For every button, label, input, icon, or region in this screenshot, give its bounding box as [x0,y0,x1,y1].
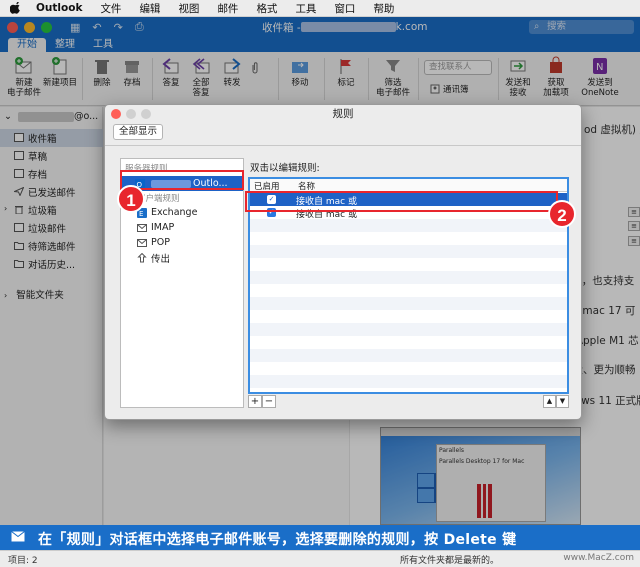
rule-edit-buttons: + − [248,395,276,408]
rules-caption: 双击以编辑规则: [250,163,320,174]
empty-row [250,297,567,310]
empty-row [250,219,567,232]
dialog-zoom-button [141,109,151,119]
empty-row [250,245,567,258]
highlight-rule [245,191,558,212]
dialog-divider [105,145,581,146]
svg-text:E: E [139,210,143,218]
empty-row [250,375,567,388]
reorder-buttons: ▲ ▼ [543,395,569,408]
mail-icon [11,531,25,542]
move-down-button[interactable]: ▼ [556,395,569,408]
menu-file[interactable]: 文件 [100,1,121,16]
menu-message[interactable]: 邮件 [217,1,238,16]
step-badge-1: 1 [117,185,145,213]
dialog-minimize-button [126,109,136,119]
menu-help[interactable]: 帮助 [373,1,394,16]
menu-window[interactable]: 窗口 [334,1,355,16]
instruction-text: 在「规则」对话框中选择电子邮件账号，选择要删除的规则，按 Delete 键 [38,532,517,548]
watermark: www.MacZ.com [563,553,634,563]
menu-view[interactable]: 视图 [178,1,199,16]
add-rule-button[interactable]: + [248,395,262,408]
menu-tools[interactable]: 工具 [295,1,316,16]
account-item-outgoing[interactable]: 传出 [121,250,243,265]
menu-edit[interactable]: 编辑 [139,1,160,16]
show-all-button[interactable]: 全部显示 [113,124,164,140]
empty-row [250,349,567,362]
step-badge-2: 2 [548,200,576,228]
apple-icon[interactable] [10,2,22,14]
dialog-close-button[interactable] [111,109,121,119]
menu-app-outlook[interactable]: Outlook [36,2,82,14]
imap-icon [137,224,147,232]
mac-menubar: Outlook 文件 编辑 视图 邮件 格式 工具 窗口 帮助 [0,0,640,17]
account-item-imap[interactable]: IMAP [121,220,243,235]
account-item-pop[interactable]: POP [121,235,243,250]
sync-status: 所有文件夹都是最新的。 [400,556,500,566]
outgoing-icon [137,253,147,263]
empty-row [250,271,567,284]
pop-icon [137,239,147,247]
dialog-traffic-lights [111,109,151,119]
move-up-button[interactable]: ▲ [543,395,556,408]
status-bar: 项目: 2 所有文件夹都是最新的。 www.MacZ.com [0,550,640,567]
remove-rule-button[interactable]: − [262,395,276,408]
item-count: 项目: 2 [8,556,38,566]
rules-dialog: 规则 全部显示 服务器规则 O Outlo... 客户端规则 E Exchang… [104,104,582,420]
dialog-title: 规则 [332,108,354,120]
empty-row [250,323,567,336]
menu-format[interactable]: 格式 [256,1,277,16]
instruction-banner: 在「规则」对话框中选择电子邮件账号，选择要删除的规则，按 Delete 键 [0,525,640,550]
